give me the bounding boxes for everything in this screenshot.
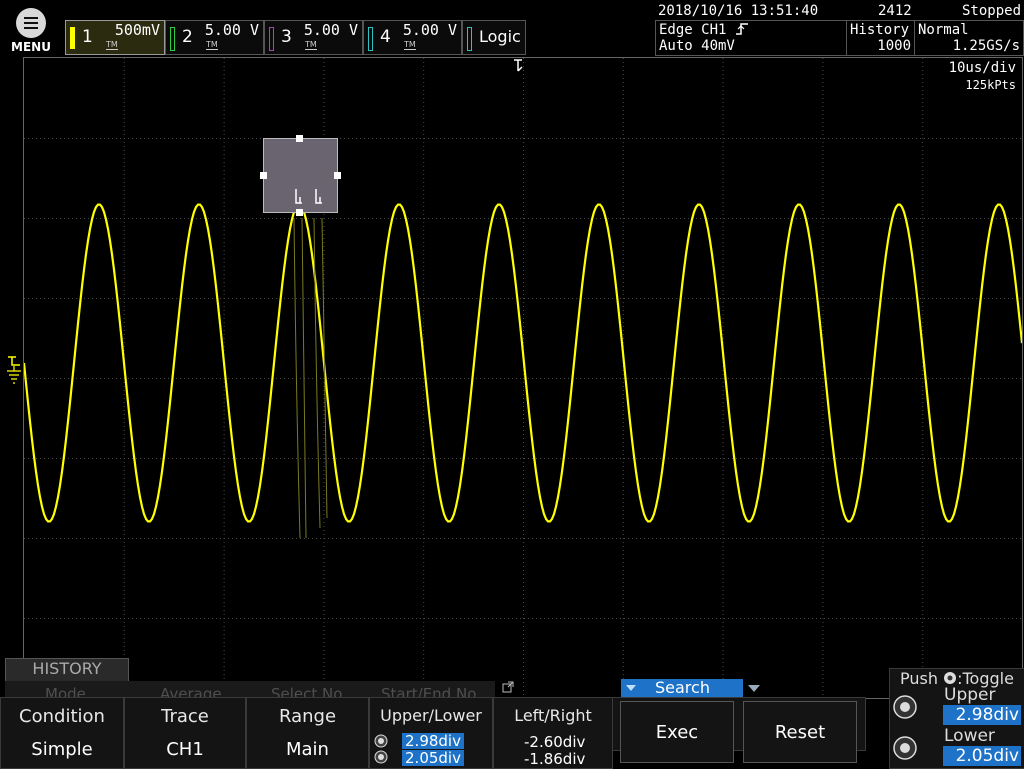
acquire-mode: Normal <box>918 22 969 38</box>
zone-handle-top[interactable] <box>296 135 303 142</box>
dim-start-end-no: Start/End No. <box>381 685 481 697</box>
channel-1-scale: 500mV <box>114 21 160 39</box>
trigger-box[interactable]: Edge CH1 Auto 40mV <box>655 20 847 56</box>
lower-value: 2.05div <box>402 750 464 766</box>
ground-level-marker-icon[interactable] <box>5 355 23 389</box>
chevron-down-icon[interactable] <box>747 684 761 693</box>
channel-1-color-bar <box>70 27 75 49</box>
range-title: Range <box>278 706 337 727</box>
timebase-div: 10us/div <box>948 60 1016 76</box>
search-tab[interactable]: Search <box>621 678 743 697</box>
zone-handle-left[interactable] <box>260 172 267 179</box>
channel-3-number: 3 <box>281 27 292 47</box>
condition-softkey[interactable]: Condition Simple <box>0 697 124 769</box>
side-lower-label: Lower <box>944 726 995 746</box>
channel-2-number: 2 <box>182 27 193 47</box>
exec-label: Exec <box>655 722 699 743</box>
channel-1-indicator[interactable]: 1 500mV TM <box>65 20 165 55</box>
search-tab-label: Search <box>655 678 710 697</box>
reset-label: Reset <box>774 722 826 743</box>
side-upper-value: 2.98div <box>943 705 1021 725</box>
rising-edge-icon <box>735 23 748 35</box>
expand-icon[interactable] <box>502 681 514 693</box>
zone-handle-bottom[interactable] <box>296 209 303 216</box>
menu-label: MENU <box>11 40 51 54</box>
history-label: History <box>850 22 910 38</box>
reset-button[interactable]: Reset <box>743 701 857 763</box>
sample-rate: 1.25GS/s <box>952 38 1020 54</box>
trace-title: Trace <box>161 706 209 727</box>
channel-2-scale: 5.00 V <box>204 21 259 39</box>
upper-lower-softkey[interactable]: Upper/Lower 2.98div 2.05div <box>369 697 493 769</box>
datetime: 2018/10/16 13:51:40 <box>658 3 819 19</box>
trigger-position-icon[interactable] <box>512 58 526 74</box>
history-dim-row: Mode Average Select No. Start/End No. <box>5 681 495 697</box>
dim-select-no: Select No. <box>271 685 347 697</box>
trace-softkey[interactable]: Trace CH1 <box>124 697 246 769</box>
upper-lower-title: Upper/Lower <box>380 706 482 725</box>
exec-button[interactable]: Exec <box>620 701 734 763</box>
side-upper-label: Upper <box>944 685 996 705</box>
channel-4-scale: 5.00 V <box>402 21 457 39</box>
dim-mode: Mode <box>45 685 86 697</box>
channel-3-coupling: TM <box>305 40 317 50</box>
right-value: -1.86div <box>524 750 586 768</box>
channel-1-number: 1 <box>82 27 93 47</box>
waveform-display[interactable]: 10us/div 125kPts <box>23 57 1023 699</box>
history-box[interactable]: History 1000 <box>846 20 915 56</box>
channel-4-coupling: TM <box>404 40 416 50</box>
trigger-type: Edge CH1 <box>659 22 727 38</box>
logic-indicator[interactable]: Logic <box>462 20 526 55</box>
knob-icon <box>944 672 957 684</box>
range-softkey[interactable]: Range Main <box>246 697 369 769</box>
lower-knob-icon[interactable] <box>893 736 917 760</box>
side-lower-value: 2.05div <box>943 746 1021 766</box>
push-label: Push <box>900 669 938 688</box>
history-value: 1000 <box>877 38 911 54</box>
logic-color-bar <box>467 27 472 51</box>
condition-title: Condition <box>19 706 105 727</box>
channel-2-coupling: TM <box>206 40 218 50</box>
channel-1-waveform <box>24 203 1022 523</box>
dim-average: Average <box>160 685 222 697</box>
zone-trace-lines <box>293 217 328 539</box>
channel-4-color-bar <box>368 27 373 51</box>
trace-value: CH1 <box>166 739 204 760</box>
search-action-group: Exec Reset <box>612 697 866 763</box>
run-state: Stopped <box>962 3 1022 19</box>
left-right-softkey[interactable]: Left/Right -2.60div -1.86div <box>493 697 613 769</box>
upper-value: 2.98div <box>402 733 464 749</box>
upper-knob-icon[interactable] <box>893 695 917 719</box>
history-tab[interactable]: HISTORY <box>5 658 129 682</box>
range-value: Main <box>286 739 329 760</box>
record-length: 125kPts <box>965 78 1016 92</box>
channel-1-coupling: TM <box>106 40 118 50</box>
side-knob-panel: Push :Toggle Upper 2.98div Lower 2.05div <box>889 668 1024 769</box>
logic-label: Logic <box>479 27 521 46</box>
menu-button[interactable]: MENU <box>4 6 58 56</box>
search-zone-box[interactable] <box>260 135 341 216</box>
channel-3-scale: 5.00 V <box>303 21 358 39</box>
history-tab-label: HISTORY <box>32 659 102 678</box>
left-right-title: Left/Right <box>514 706 592 725</box>
condition-value: Simple <box>31 739 93 760</box>
channel-4-indicator[interactable]: 4 5.00 V TM <box>363 20 462 55</box>
channel-4-number: 4 <box>380 27 391 47</box>
menu-icon <box>16 8 46 38</box>
trigger-level: Auto 40mV <box>659 38 735 54</box>
knob-upper-icon <box>374 734 388 748</box>
acquire-mode-box[interactable]: Normal 1.25GS/s <box>914 20 1024 56</box>
channel-3-color-bar <box>269 27 274 51</box>
knob-lower-icon <box>374 750 388 764</box>
channel-2-color-bar <box>170 27 175 51</box>
channel-2-indicator[interactable]: 2 5.00 V TM <box>165 20 264 55</box>
zone-handle-right[interactable] <box>334 172 341 179</box>
waveform-canvas <box>24 58 1022 695</box>
search-dropdown-icon <box>626 685 636 691</box>
acquisition-count: 2412 <box>878 3 912 19</box>
channel-3-indicator[interactable]: 3 5.00 V TM <box>264 20 363 55</box>
zone-marker-icon <box>295 189 322 204</box>
left-value: -2.60div <box>524 733 586 751</box>
